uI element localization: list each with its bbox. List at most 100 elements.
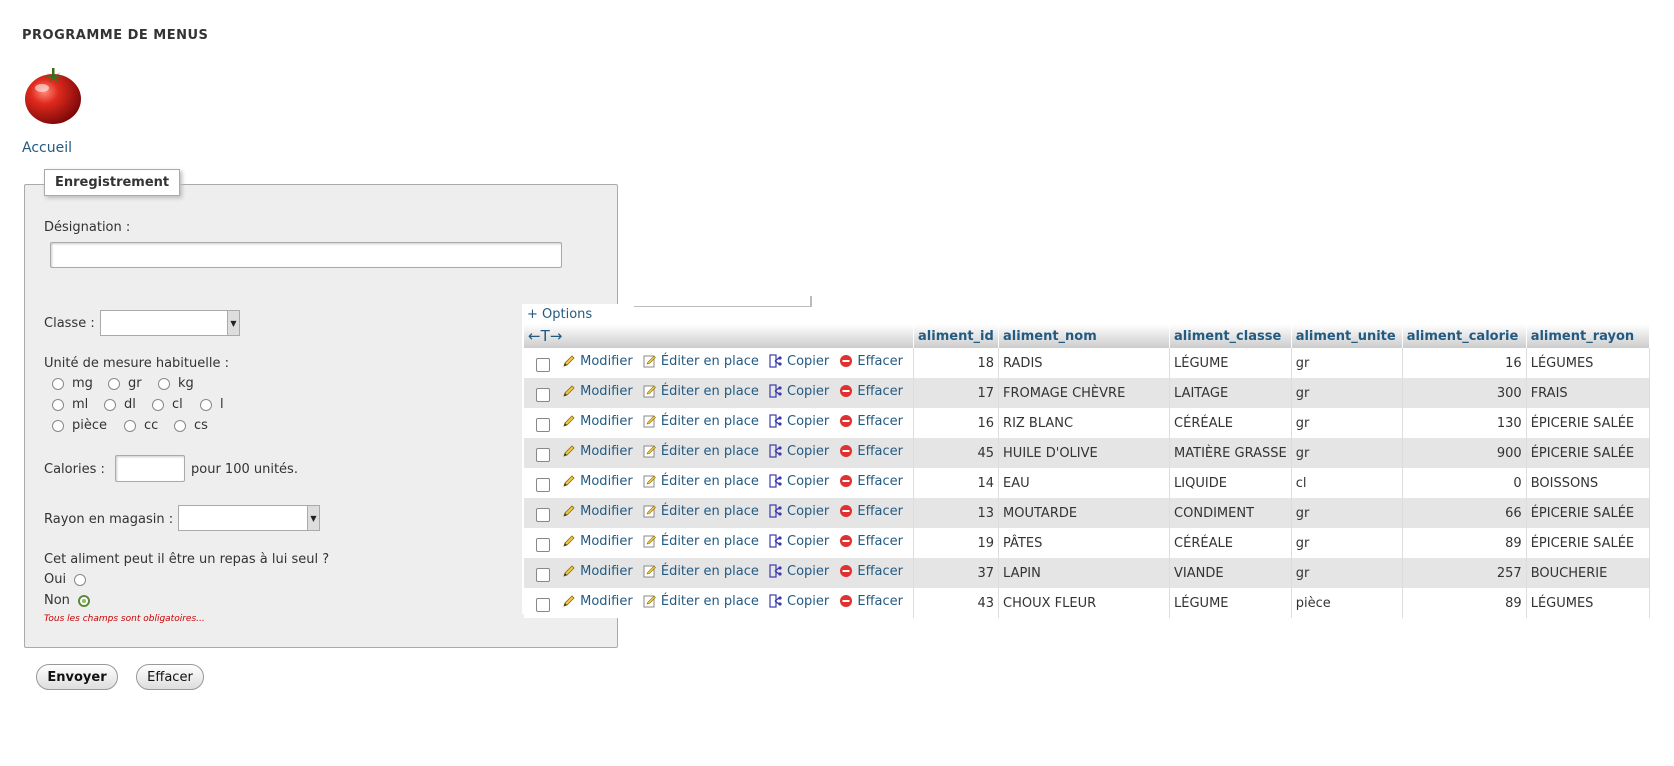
- copy-action[interactable]: Copier: [769, 564, 829, 579]
- radio-checked-icon[interactable]: [77, 594, 90, 607]
- radio-icon[interactable]: [200, 398, 212, 411]
- repas-option-oui[interactable]: Oui: [44, 572, 87, 587]
- copy-action[interactable]: Copier: [769, 504, 829, 519]
- inline-edit-action[interactable]: Éditer en place: [643, 534, 759, 549]
- pencil-icon: [563, 355, 575, 367]
- repas-option-non[interactable]: Non: [44, 593, 90, 608]
- options-link[interactable]: + Options: [527, 307, 592, 322]
- column-header-aliment-nom[interactable]: aliment_nom: [998, 324, 1171, 348]
- row-checkbox[interactable]: [536, 537, 550, 552]
- copy-action[interactable]: Copier: [769, 444, 829, 459]
- row-checkbox[interactable]: [536, 477, 550, 492]
- column-header-aliment-calorie[interactable]: aliment_calorie: [1402, 324, 1527, 348]
- unit-option-kg[interactable]: kg: [158, 376, 194, 391]
- cell-aliment-nom: MOUTARDE: [998, 498, 1171, 528]
- classe-select[interactable]: ▼: [100, 310, 240, 336]
- edit-action[interactable]: Modifier: [562, 474, 633, 489]
- edit-action[interactable]: Modifier: [562, 354, 633, 369]
- unit-option-l[interactable]: l: [200, 397, 224, 412]
- calories-input[interactable]: [115, 455, 185, 482]
- copy-action[interactable]: Copier: [769, 384, 829, 399]
- delete-icon: [840, 535, 853, 548]
- unit-option-mg[interactable]: mg: [52, 376, 93, 391]
- inline-edit-action[interactable]: Éditer en place: [643, 474, 759, 489]
- cell-aliment-unite: gr: [1291, 438, 1403, 468]
- copy-action[interactable]: Copier: [769, 414, 829, 429]
- column-nav-arrows[interactable]: ←T→: [524, 324, 915, 348]
- delete-action[interactable]: Effacer: [839, 414, 903, 429]
- inline-edit-action[interactable]: Éditer en place: [643, 504, 759, 519]
- copy-action[interactable]: Copier: [769, 474, 829, 489]
- home-link[interactable]: Accueil: [22, 140, 72, 156]
- row-actions-cell: Modifier Éditer en place Copier Effacer: [524, 528, 915, 558]
- delete-action[interactable]: Effacer: [839, 564, 903, 579]
- radio-icon[interactable]: [108, 377, 120, 390]
- unit-option-dl[interactable]: dl: [104, 397, 136, 412]
- row-checkbox[interactable]: [536, 567, 550, 582]
- column-header-aliment-classe[interactable]: aliment_classe: [1169, 324, 1292, 348]
- column-header-aliment-unite[interactable]: aliment_unite: [1291, 324, 1403, 348]
- radio-icon[interactable]: [52, 377, 64, 390]
- row-checkbox[interactable]: [536, 417, 550, 432]
- inline-edit-action[interactable]: Éditer en place: [643, 564, 759, 579]
- radio-icon[interactable]: [52, 419, 64, 432]
- copy-label: Copier: [787, 413, 830, 429]
- delete-label: Effacer: [857, 533, 904, 549]
- rayon-select[interactable]: ▼: [178, 505, 320, 531]
- radio-icon[interactable]: [158, 377, 170, 390]
- submit-button[interactable]: Envoyer: [36, 664, 118, 690]
- edit-action[interactable]: Modifier: [562, 414, 633, 429]
- radio-icon[interactable]: [74, 573, 87, 586]
- row-checkbox[interactable]: [536, 357, 550, 372]
- edit-action[interactable]: Modifier: [562, 564, 633, 579]
- inline-edit-label: Éditer en place: [660, 593, 759, 609]
- row-checkbox[interactable]: [536, 447, 550, 462]
- table-row: Modifier Éditer en place Copier Effacer …: [524, 348, 1650, 378]
- copy-icon: [769, 564, 782, 578]
- cell-aliment-id: 45: [913, 438, 1000, 468]
- reset-button[interactable]: Effacer: [136, 664, 204, 690]
- edit-action[interactable]: Modifier: [562, 504, 633, 519]
- delete-action[interactable]: Effacer: [839, 354, 903, 369]
- table-row: Modifier Éditer en place Copier Effacer …: [524, 588, 1650, 618]
- edit-action[interactable]: Modifier: [562, 594, 633, 609]
- unit-option-cs[interactable]: cs: [174, 418, 208, 433]
- edit-action[interactable]: Modifier: [562, 384, 633, 399]
- delete-action[interactable]: Effacer: [839, 444, 903, 459]
- radio-icon[interactable]: [174, 419, 186, 432]
- unit-option-piece[interactable]: pièce: [52, 418, 107, 433]
- radio-icon[interactable]: [124, 419, 136, 432]
- radio-icon[interactable]: [152, 398, 164, 411]
- edit-action[interactable]: Modifier: [562, 444, 633, 459]
- row-checkbox[interactable]: [536, 507, 550, 522]
- calories-suffix: pour 100 unités.: [191, 462, 298, 477]
- delete-action[interactable]: Effacer: [839, 384, 903, 399]
- copy-action[interactable]: Copier: [769, 594, 829, 609]
- delete-action[interactable]: Effacer: [839, 504, 903, 519]
- inline-edit-action[interactable]: Éditer en place: [643, 594, 759, 609]
- inline-edit-action[interactable]: Éditer en place: [643, 354, 759, 369]
- copy-action[interactable]: Copier: [769, 354, 829, 369]
- unit-option-ml[interactable]: ml: [52, 397, 88, 412]
- row-checkbox[interactable]: [536, 387, 550, 402]
- column-header-aliment-id[interactable]: aliment_id: [913, 324, 1000, 348]
- delete-label: Effacer: [857, 443, 904, 459]
- designation-input[interactable]: [50, 242, 562, 268]
- inline-edit-action[interactable]: Éditer en place: [643, 444, 759, 459]
- unit-option-cl[interactable]: cl: [152, 397, 183, 412]
- unit-option-gr[interactable]: gr: [108, 376, 142, 391]
- radio-icon[interactable]: [52, 398, 64, 411]
- edit-label: Modifier: [580, 353, 633, 369]
- delete-action[interactable]: Effacer: [839, 534, 903, 549]
- cell-aliment-calorie: 257: [1402, 558, 1527, 588]
- inline-edit-action[interactable]: Éditer en place: [643, 384, 759, 399]
- column-header-aliment-rayon[interactable]: aliment_rayon: [1526, 324, 1650, 348]
- row-checkbox[interactable]: [536, 597, 550, 612]
- unit-option-cc[interactable]: cc: [124, 418, 158, 433]
- inline-edit-action[interactable]: Éditer en place: [643, 414, 759, 429]
- delete-action[interactable]: Effacer: [839, 474, 903, 489]
- edit-action[interactable]: Modifier: [562, 534, 633, 549]
- delete-action[interactable]: Effacer: [839, 594, 903, 609]
- copy-action[interactable]: Copier: [769, 534, 829, 549]
- radio-icon[interactable]: [104, 398, 116, 411]
